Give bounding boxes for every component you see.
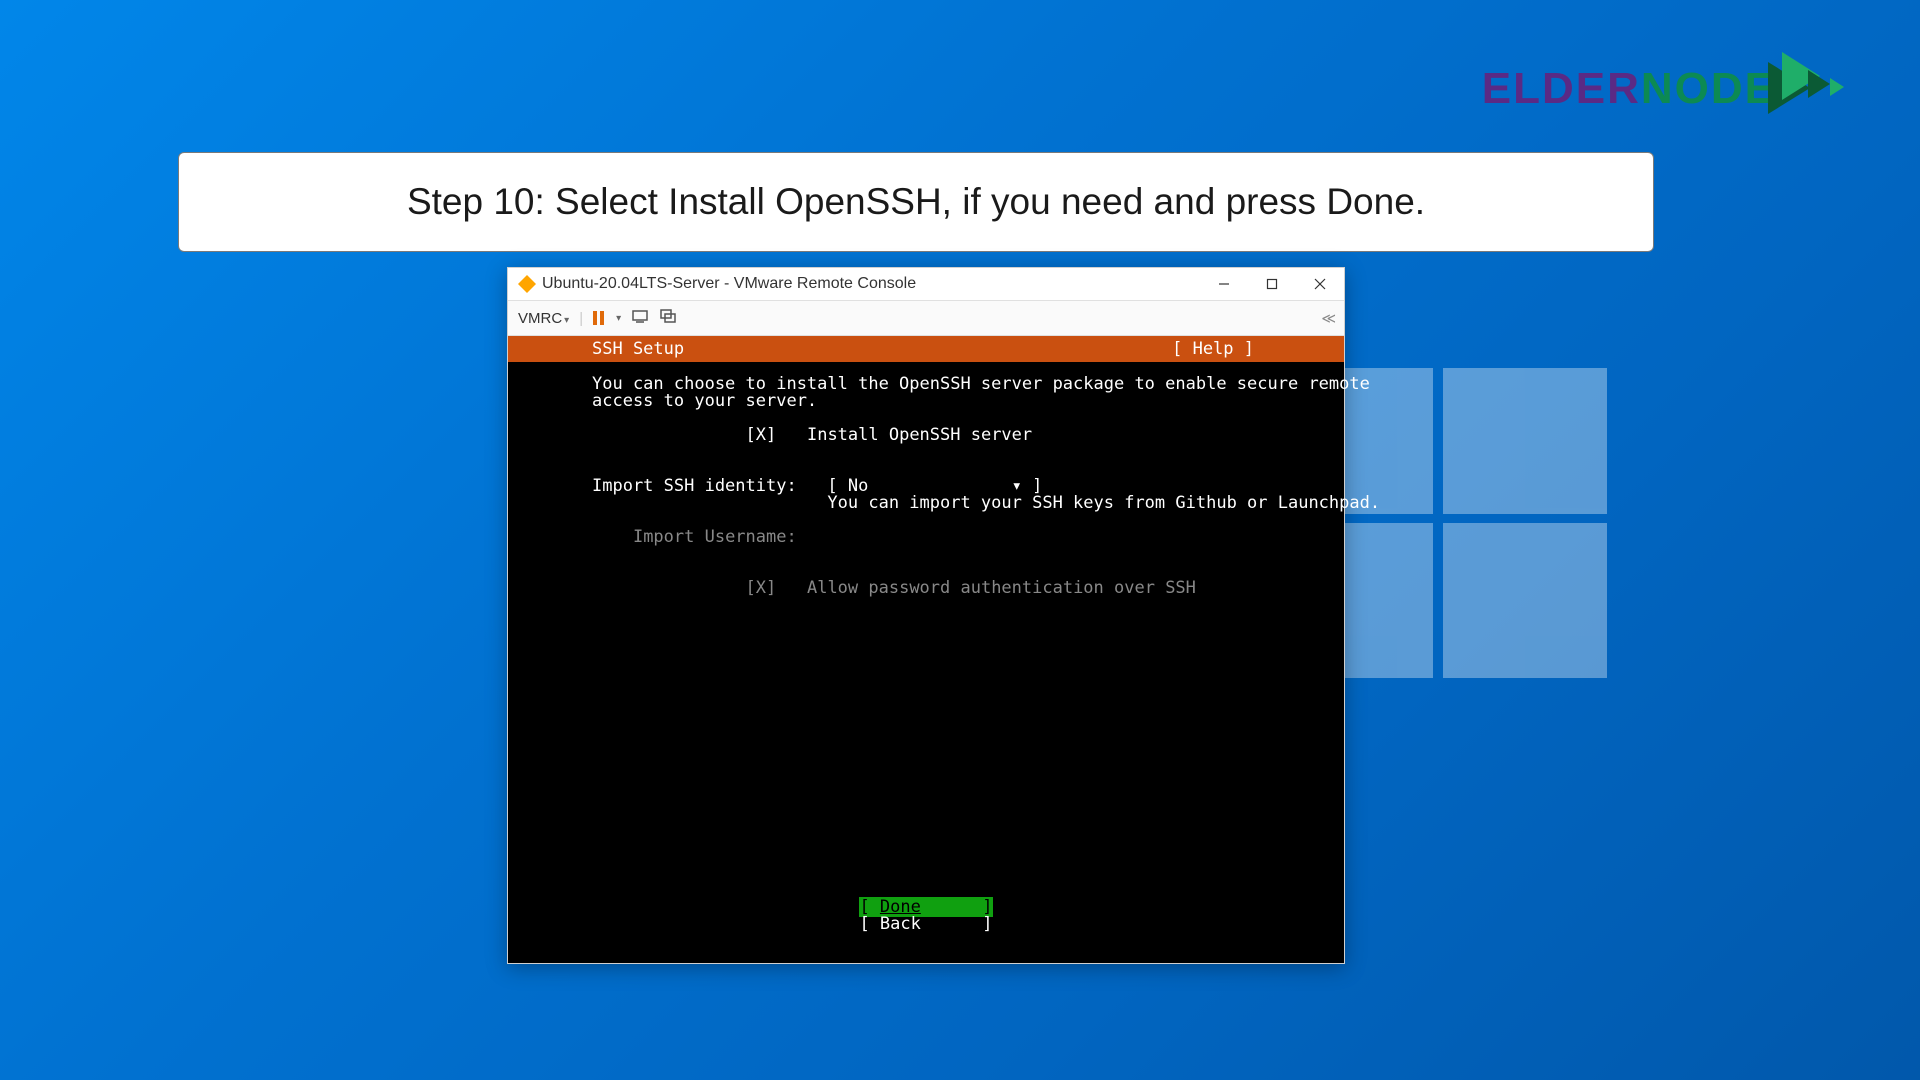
- instruction-text: Step 10: Select Install OpenSSH, if you …: [407, 181, 1425, 223]
- description-line2: access to your server.: [592, 391, 817, 411]
- console-header: SSH Setup [ Help ]: [508, 336, 1344, 362]
- console-body: You can choose to install the OpenSSH se…: [508, 362, 1344, 597]
- pause-button[interactable]: [593, 311, 604, 325]
- brand-mark-icon: [1768, 52, 1856, 126]
- help-button[interactable]: [ Help ]: [1172, 341, 1254, 358]
- import-username-label: Import Username:: [633, 527, 797, 547]
- window-title: Ubuntu-20.04LTS-Server - VMware Remote C…: [542, 275, 916, 293]
- vmrc-menu[interactable]: VMRC▾: [518, 310, 569, 327]
- window-toolbar: VMRC▾ | ▾ ≪: [508, 300, 1344, 336]
- window-titlebar[interactable]: Ubuntu-20.04LTS-Server - VMware Remote C…: [508, 268, 1344, 300]
- console-title: SSH Setup: [592, 341, 684, 358]
- minimize-button[interactable]: [1200, 268, 1248, 300]
- import-identity-label: Import SSH identity:: [592, 476, 797, 496]
- eldernode-logo: ELDER NODE: [1482, 52, 1856, 126]
- chevron-down-icon: ▾: [564, 315, 569, 326]
- instruction-box: Step 10: Select Install OpenSSH, if you …: [178, 152, 1654, 252]
- close-button[interactable]: [1296, 268, 1344, 300]
- allow-password-checkbox: [X]: [746, 578, 777, 598]
- vmrc-window: Ubuntu-20.04LTS-Server - VMware Remote C…: [507, 267, 1345, 964]
- install-openssh-label: Install OpenSSH server: [807, 425, 1032, 445]
- brand-text-elder: ELDER: [1482, 64, 1641, 114]
- import-identity-hint: You can import your SSH keys from Github…: [827, 493, 1380, 513]
- allow-password-label: Allow password authentication over SSH: [807, 578, 1196, 598]
- fullscreen-icon[interactable]: [659, 308, 677, 328]
- chevron-down-icon[interactable]: ▾: [616, 313, 621, 324]
- terminal-console[interactable]: SSH Setup [ Help ] You can choose to ins…: [508, 336, 1344, 963]
- collapse-icon[interactable]: ≪: [1321, 310, 1334, 327]
- brand-text-node: NODE: [1641, 64, 1776, 114]
- app-icon: [518, 275, 536, 293]
- console-footer: [ Done______] [ Back______]: [508, 899, 1344, 963]
- send-keys-icon[interactable]: [631, 308, 649, 328]
- install-openssh-checkbox[interactable]: [X]: [746, 425, 777, 445]
- pause-icon: [593, 311, 604, 325]
- maximize-button[interactable]: [1248, 268, 1296, 300]
- back-button[interactable]: [ Back______]: [859, 916, 992, 933]
